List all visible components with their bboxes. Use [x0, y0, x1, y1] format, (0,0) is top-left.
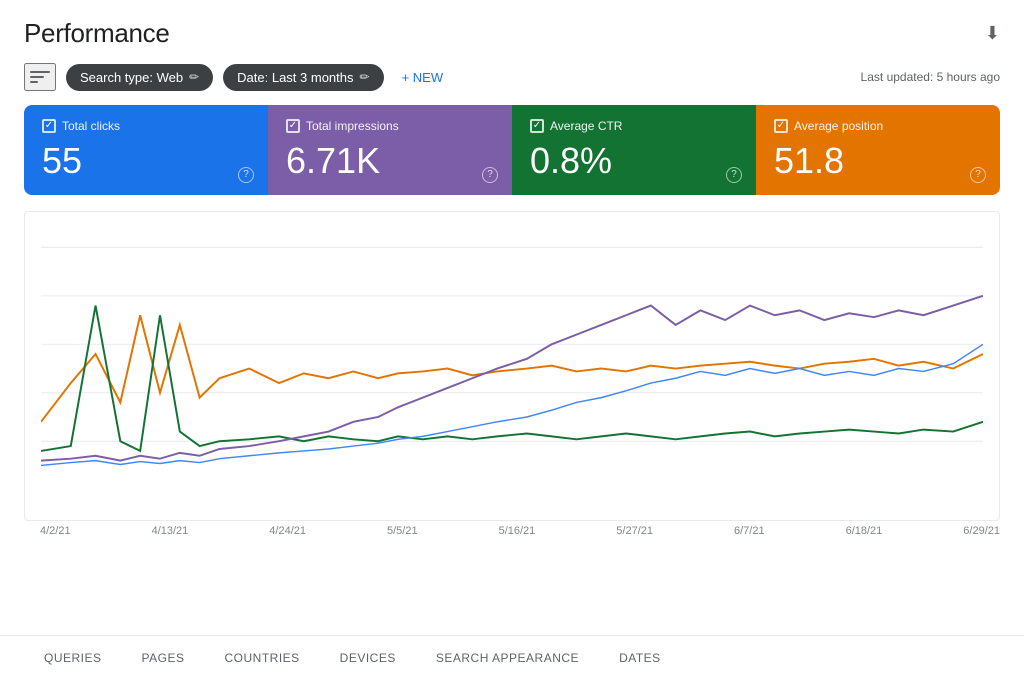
- date-label-2: 4/24/21: [269, 525, 306, 537]
- metric-label: Average CTR: [530, 119, 738, 133]
- tab-pages[interactable]: PAGES: [122, 636, 205, 683]
- bottom-tabs: QUERIES PAGES COUNTRIES DEVICES SEARCH A…: [0, 635, 1024, 683]
- chart-svg: [41, 228, 983, 480]
- metric-label: Total impressions: [286, 119, 494, 133]
- date-label: Date: Last 3 months: [237, 70, 353, 85]
- date-label-1: 4/13/21: [152, 525, 189, 537]
- tab-dates[interactable]: DATES: [599, 636, 681, 683]
- metric-card-average-position[interactable]: Average position 51.8 ?: [756, 105, 1000, 195]
- date-label-7: 6/18/21: [846, 525, 883, 537]
- metric-label: Total clicks: [42, 119, 250, 133]
- date-label-4: 5/16/21: [499, 525, 536, 537]
- page-title: Performance: [24, 18, 170, 49]
- toolbar: Search type: Web ✏ Date: Last 3 months ✏…: [0, 57, 1024, 101]
- tab-search-appearance[interactable]: SEARCH APPEARANCE: [416, 636, 599, 683]
- edit-icon: ✏: [189, 70, 199, 84]
- date-labels: 4/2/21 4/13/21 4/24/21 5/5/21 5/16/21 5/…: [0, 521, 1024, 537]
- tab-countries[interactable]: COUNTRIES: [204, 636, 319, 683]
- date-label-5: 5/27/21: [616, 525, 653, 537]
- help-icon[interactable]: ?: [726, 167, 742, 183]
- edit-icon: ✏: [360, 70, 370, 84]
- tab-devices[interactable]: DEVICES: [320, 636, 416, 683]
- metric-checkbox[interactable]: [530, 119, 544, 133]
- filter-button[interactable]: [24, 63, 56, 91]
- metric-card-total-impressions[interactable]: Total impressions 6.71K ?: [268, 105, 512, 195]
- tab-queries[interactable]: QUERIES: [24, 636, 122, 683]
- date-label-3: 5/5/21: [387, 525, 418, 537]
- help-icon[interactable]: ?: [238, 167, 254, 183]
- metric-value: 55: [42, 141, 250, 181]
- date-label-0: 4/2/21: [40, 525, 71, 537]
- header: Performance ⬇: [0, 0, 1024, 57]
- metrics-row: Total clicks 55 ? Total impressions 6.71…: [24, 105, 1000, 195]
- date-label-6: 6/7/21: [734, 525, 765, 537]
- chart-container: [24, 211, 1000, 521]
- metric-checkbox[interactable]: [42, 119, 56, 133]
- download-button[interactable]: ⬇: [985, 23, 1000, 44]
- metric-value: 51.8: [774, 141, 982, 181]
- metric-value: 0.8%: [530, 141, 738, 181]
- help-icon[interactable]: ?: [970, 167, 986, 183]
- metric-card-average-ctr[interactable]: Average CTR 0.8% ?: [512, 105, 756, 195]
- date-label-8: 6/29/21: [963, 525, 1000, 537]
- filter-icon: [30, 69, 50, 85]
- search-type-label: Search type: Web: [80, 70, 183, 85]
- new-button[interactable]: + NEW: [394, 64, 452, 91]
- page-wrapper: Performance ⬇ Search type: Web ✏ Date: L…: [0, 0, 1024, 683]
- help-icon[interactable]: ?: [482, 167, 498, 183]
- date-chip[interactable]: Date: Last 3 months ✏: [223, 64, 383, 91]
- metric-checkbox[interactable]: [774, 119, 788, 133]
- search-type-chip[interactable]: Search type: Web ✏: [66, 64, 213, 91]
- metric-label: Average position: [774, 119, 982, 133]
- last-updated: Last updated: 5 hours ago: [861, 70, 1000, 84]
- metric-value: 6.71K: [286, 141, 494, 181]
- metric-checkbox[interactable]: [286, 119, 300, 133]
- metric-card-total-clicks[interactable]: Total clicks 55 ?: [24, 105, 268, 195]
